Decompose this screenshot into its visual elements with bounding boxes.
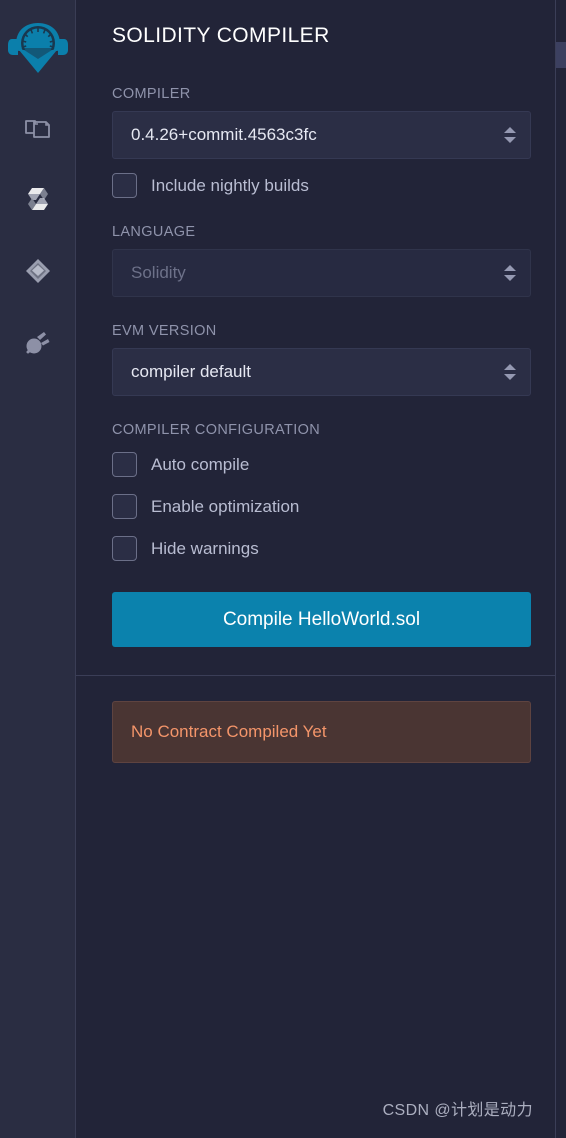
include-nightly-builds-checkbox[interactable] xyxy=(112,173,137,199)
no-contract-compiled-alert: No Contract Compiled Yet xyxy=(112,701,531,764)
file-explorer-icon xyxy=(24,120,50,138)
panel-scrollbar-thumb[interactable] xyxy=(556,42,566,68)
remix-ide-window: SOLIDITY COMPILER COMPILER 0.4.26+commit… xyxy=(0,0,566,1138)
evm-version-select[interactable]: compiler default xyxy=(112,348,531,397)
enable-optimization-label: Enable optimization xyxy=(151,496,300,516)
language-label: LANGUAGE xyxy=(112,224,196,241)
plugin-manager-icon xyxy=(26,332,49,354)
evm-version-select-value: compiler default xyxy=(131,362,252,382)
chevron-updown-icon xyxy=(504,127,516,144)
auto-compile-label: Auto compile xyxy=(151,454,250,474)
chevron-updown-icon xyxy=(504,364,516,381)
sidebar-item-solidity-compiler[interactable] xyxy=(15,176,61,222)
deploy-run-icon xyxy=(25,259,50,283)
include-nightly-builds-row[interactable]: Include nightly builds xyxy=(112,173,531,199)
solidity-compiler-icon xyxy=(27,188,48,210)
remix-logo-icon xyxy=(7,23,68,73)
watermark: CSDN @计划是动力 xyxy=(382,1102,533,1119)
hide-warnings-checkbox[interactable] xyxy=(112,536,137,562)
sidebar-item-deploy-run[interactable] xyxy=(15,248,61,294)
compiler-select[interactable]: 0.4.26+commit.4563c3fc xyxy=(112,111,531,160)
auto-compile-row[interactable]: Auto compile xyxy=(112,452,531,478)
section-divider xyxy=(76,675,555,677)
hide-warnings-label: Hide warnings xyxy=(151,538,259,558)
language-select-value: Solidity xyxy=(131,263,186,283)
compiler-configuration-label: COMPILER CONFIGURATION xyxy=(112,422,321,439)
panel-scrollbar-track[interactable] xyxy=(556,0,566,1138)
evm-version-label: EVM VERSION xyxy=(112,323,217,340)
remix-logo[interactable] xyxy=(7,16,69,78)
chevron-updown-icon xyxy=(504,265,516,282)
sidebar-item-file-explorer[interactable] xyxy=(15,104,61,150)
compiler-label: COMPILER xyxy=(112,86,191,103)
enable-optimization-checkbox[interactable] xyxy=(112,494,137,520)
sidebar-item-plugin-manager[interactable] xyxy=(15,320,61,366)
no-contract-compiled-text: No Contract Compiled Yet xyxy=(131,722,327,742)
language-select[interactable]: Solidity xyxy=(112,249,531,298)
icon-rail xyxy=(0,0,76,1138)
compiler-select-value: 0.4.26+commit.4563c3fc xyxy=(131,125,317,145)
page-title: SOLIDITY COMPILER xyxy=(112,24,330,47)
enable-optimization-row[interactable]: Enable optimization xyxy=(112,494,531,520)
solidity-compiler-panel: SOLIDITY COMPILER COMPILER 0.4.26+commit… xyxy=(76,0,556,1138)
auto-compile-checkbox[interactable] xyxy=(112,452,137,478)
hide-warnings-row[interactable]: Hide warnings xyxy=(112,536,531,562)
compile-button[interactable]: Compile HelloWorld.sol xyxy=(112,592,531,648)
include-nightly-builds-label: Include nightly builds xyxy=(151,175,309,195)
